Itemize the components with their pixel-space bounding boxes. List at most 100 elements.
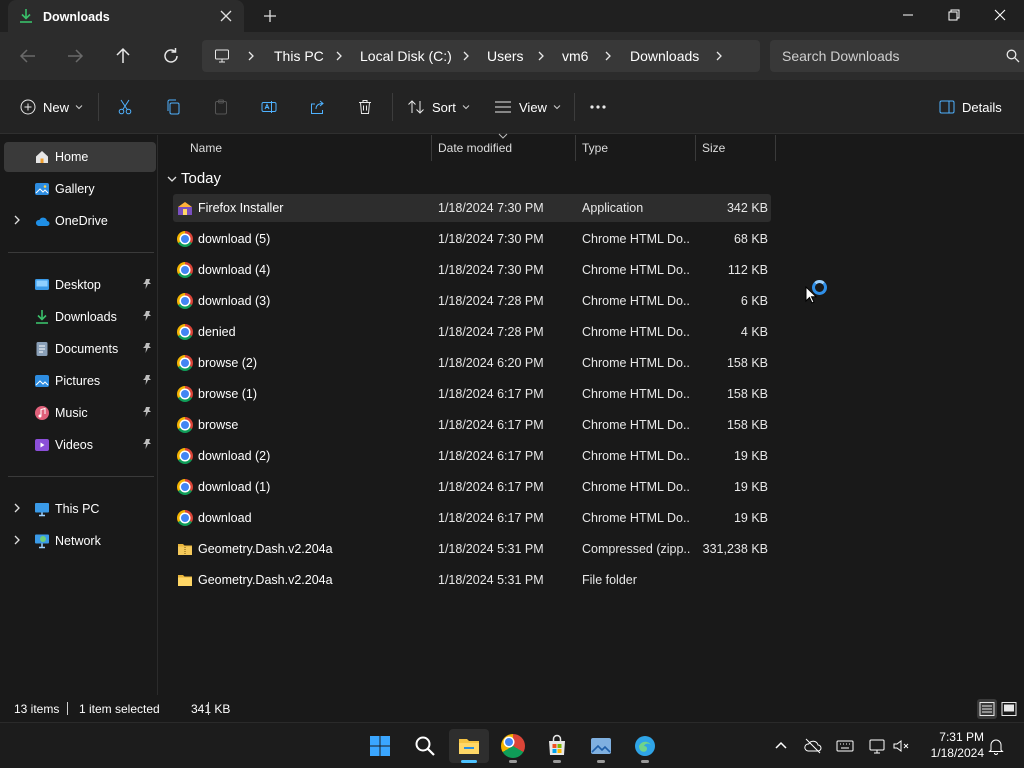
up-arrow-icon[interactable]	[111, 44, 135, 68]
cut-button[interactable]	[117, 97, 133, 117]
back-arrow-icon[interactable]	[16, 44, 40, 68]
volume-muted-icon[interactable]	[891, 736, 911, 756]
close-tab-icon[interactable]	[218, 8, 234, 24]
sidebar-item-onedrive[interactable]: OneDrive	[4, 206, 156, 236]
breadcrumb-downloads[interactable]: Downloads	[630, 48, 699, 64]
sort-button[interactable]: Sort	[407, 97, 470, 117]
pin-icon[interactable]	[141, 278, 153, 290]
details-view-toggle[interactable]	[977, 699, 997, 719]
file-row[interactable]: Geometry.Dash.v2.204a 1/18/2024 5:31 PM Fi…	[173, 566, 771, 594]
file-type: Chrome HTML Do...	[582, 511, 690, 525]
forward-arrow-icon[interactable]	[63, 44, 87, 68]
breadcrumb-vm6[interactable]: vm6	[562, 48, 588, 64]
taskbar-chrome[interactable]	[493, 729, 533, 763]
pin-icon[interactable]	[141, 342, 153, 354]
minimize-button[interactable]	[885, 0, 931, 32]
file-row[interactable]: download (3) 1/18/2024 7:28 PM Chrome HTML…	[173, 287, 771, 315]
taskbar-search-button[interactable]	[405, 729, 445, 763]
column-header-type[interactable]: Type	[576, 135, 696, 161]
clock-time: 7:31 PM	[939, 730, 984, 744]
sidebar-item-documents[interactable]: Documents	[4, 334, 156, 364]
address-bar[interactable]: This PC Local Disk (C:) Users vm6 Downlo…	[202, 40, 760, 72]
search-icon[interactable]	[1006, 49, 1020, 63]
file-date-modified: 1/18/2024 7:30 PM	[438, 201, 544, 215]
chevron-right-icon[interactable]	[714, 51, 724, 61]
more-options-button[interactable]	[589, 97, 607, 117]
sidebar-item-home[interactable]: Home	[4, 142, 156, 172]
share-button[interactable]	[309, 97, 325, 117]
sidebar-item-this-pc[interactable]: This PC	[4, 494, 156, 524]
file-row[interactable]: download (2) 1/18/2024 6:17 PM Chrome HTML…	[173, 442, 771, 470]
view-icon	[495, 101, 511, 113]
chrome-icon	[177, 448, 193, 464]
new-tab-icon[interactable]	[262, 8, 278, 24]
chevron-right-icon[interactable]	[12, 535, 22, 545]
chevron-right-icon[interactable]	[12, 215, 22, 225]
breadcrumb-this-pc[interactable]: This PC	[274, 48, 324, 64]
file-row[interactable]: browse (2) 1/18/2024 6:20 PM Chrome HTML D…	[173, 349, 771, 377]
chevron-right-icon[interactable]	[246, 51, 256, 61]
notification-bell-icon[interactable]	[986, 736, 1006, 756]
sidebar-item-gallery[interactable]: Gallery	[4, 174, 156, 204]
taskbar-firefox-setup[interactable]	[625, 729, 665, 763]
file-row[interactable]: download 1/18/2024 6:17 PM Chrome HTML Do.…	[173, 504, 771, 532]
rename-button[interactable]	[261, 97, 277, 117]
file-explorer-icon	[459, 739, 479, 754]
view-button[interactable]: View	[494, 97, 561, 117]
tab-downloads[interactable]: Downloads	[8, 0, 244, 32]
file-date-modified: 1/18/2024 6:17 PM	[438, 387, 544, 401]
pin-icon[interactable]	[141, 310, 153, 322]
divider	[98, 93, 99, 121]
paste-button[interactable]	[213, 97, 229, 117]
sidebar-item-desktop[interactable]: Desktop	[4, 270, 156, 300]
taskbar-file-explorer[interactable]	[449, 729, 489, 763]
chevron-right-icon[interactable]	[603, 51, 613, 61]
refresh-icon[interactable]	[159, 44, 183, 68]
search-input[interactable]: Search Downloads	[770, 40, 1024, 72]
pin-icon[interactable]	[141, 374, 153, 386]
file-row[interactable]: browse (1) 1/18/2024 6:17 PM Chrome HTML D…	[173, 380, 771, 408]
file-date-modified: 1/18/2024 6:20 PM	[438, 356, 544, 370]
chevron-up-icon[interactable]	[771, 736, 791, 756]
chevron-right-icon[interactable]	[461, 51, 471, 61]
chevron-right-icon[interactable]	[12, 503, 22, 513]
start-button[interactable]	[360, 729, 400, 763]
file-row[interactable]: download (1) 1/18/2024 6:17 PM Chrome HTML…	[173, 473, 771, 501]
delete-button[interactable]	[357, 97, 373, 117]
file-row[interactable]: download (5) 1/18/2024 7:30 PM Chrome HTML…	[173, 225, 771, 253]
sidebar-item-network[interactable]: Network	[4, 526, 156, 556]
new-label: New	[43, 99, 70, 115]
sidebar-item-music[interactable]: Music	[4, 398, 156, 428]
network-icon[interactable]	[867, 736, 887, 756]
sidebar-item-videos[interactable]: Videos	[4, 430, 156, 460]
sidebar-item-pictures[interactable]: Pictures	[4, 366, 156, 396]
file-row[interactable]: denied 1/18/2024 7:28 PM Chrome HTML Do...…	[173, 318, 771, 346]
close-window-button[interactable]	[977, 0, 1023, 32]
copy-button[interactable]	[165, 97, 181, 117]
details-button[interactable]: Details	[939, 97, 1002, 117]
file-row[interactable]: browse 1/18/2024 6:17 PM Chrome HTML Do...…	[173, 411, 771, 439]
system-clock[interactable]: 7:31 PM 1/18/2024	[914, 729, 984, 761]
pin-icon[interactable]	[141, 406, 153, 418]
file-row[interactable]: Firefox Installer 1/18/2024 7:30 PM Applic…	[173, 194, 771, 222]
file-row[interactable]: Geometry.Dash.v2.204a 1/18/2024 5:31 PM Co…	[173, 535, 771, 563]
chevron-right-icon[interactable]	[334, 51, 344, 61]
chevron-right-icon[interactable]	[536, 51, 546, 61]
taskbar-microsoft-store[interactable]	[537, 729, 577, 763]
minimize-icon	[903, 14, 913, 16]
new-button[interactable]: New	[20, 97, 83, 117]
column-header-size[interactable]: Size	[696, 135, 776, 161]
keyboard-icon[interactable]	[835, 736, 855, 756]
view-label: View	[519, 99, 547, 115]
file-row[interactable]: download (4) 1/18/2024 7:30 PM Chrome HTML…	[173, 256, 771, 284]
column-header-name[interactable]: Name	[184, 135, 432, 161]
restore-button[interactable]	[931, 0, 977, 32]
microsoft-store-icon	[549, 734, 565, 755]
pin-icon[interactable]	[141, 438, 153, 450]
tiles-view-toggle[interactable]	[999, 699, 1019, 719]
sidebar-item-downloads[interactable]: Downloads	[4, 302, 156, 332]
breadcrumb-users[interactable]: Users	[487, 48, 524, 64]
taskbar-photos[interactable]	[581, 729, 621, 763]
breadcrumb-local-disk[interactable]: Local Disk (C:)	[360, 48, 452, 64]
onedrive-icon[interactable]	[803, 736, 823, 756]
